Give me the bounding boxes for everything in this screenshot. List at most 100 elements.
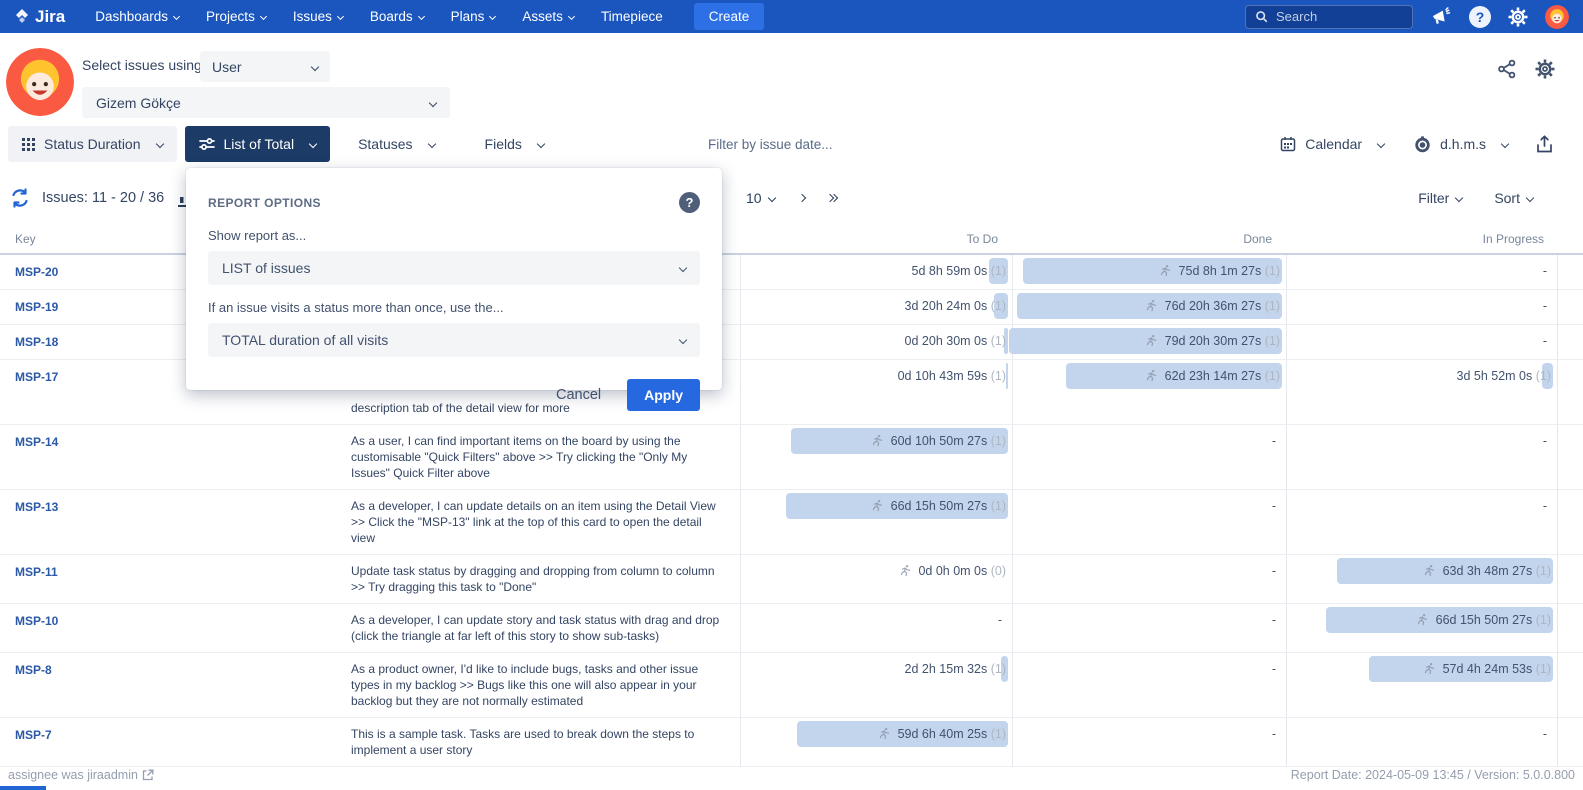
grid-icon (22, 138, 35, 151)
table-row: MSP-11 Update task status by dragging an… (0, 555, 1583, 604)
sort-label: Sort (1494, 190, 1520, 206)
duration-cell-done: - (1012, 555, 1286, 603)
page-size-select[interactable]: 10 (746, 190, 775, 206)
report-settings-gear-icon[interactable] (1535, 59, 1555, 79)
duration-cell-done: - (1012, 425, 1286, 489)
report-date-version: Report Date: 2024-05-09 13:45 / Version:… (1291, 768, 1575, 782)
footer-change-text: assignee was jiraadmin (8, 768, 138, 782)
issue-key-link[interactable]: MSP-7 (15, 728, 52, 742)
fields-label: Fields (485, 136, 522, 152)
selected-user-avatar (6, 48, 74, 116)
search-box[interactable] (1245, 5, 1413, 29)
list-mode-button[interactable]: List of Total (185, 126, 331, 162)
external-link-icon (142, 769, 154, 781)
megaphone-icon[interactable] (1430, 7, 1452, 27)
nav-item-timepiece[interactable]: Timepiece (601, 9, 663, 24)
duration-cell-done: - (1012, 490, 1286, 554)
empty-duration: - (1543, 727, 1551, 741)
statuses-button[interactable]: Statuses (346, 126, 446, 162)
nav-item-issues[interactable]: Issues (293, 9, 343, 24)
popup-help-icon[interactable]: ? (679, 192, 700, 213)
col-header-todo[interactable]: To Do (740, 232, 1012, 253)
runner-icon (871, 499, 884, 512)
visits-label: If an issue visits a status more than on… (208, 300, 700, 315)
visits-select[interactable]: TOTAL duration of all visits (208, 323, 700, 357)
col-header-inprogress[interactable]: In Progress (1286, 232, 1558, 253)
filter-button[interactable]: Filter (1418, 190, 1462, 206)
show-report-select[interactable]: LIST of issues (208, 251, 700, 285)
footer-change-link[interactable]: assignee was jiraadmin (8, 768, 154, 782)
runner-icon (1159, 264, 1172, 277)
issue-key-link[interactable]: MSP-17 (15, 370, 58, 384)
create-button[interactable]: Create (694, 3, 765, 30)
avatar-face-icon (6, 48, 74, 116)
jira-logo[interactable]: Jira (14, 7, 65, 27)
duration-value: 5d 8h 59m 0s (1) (912, 264, 1007, 278)
calendar-button[interactable]: Calendar (1278, 126, 1386, 162)
export-icon[interactable] (1536, 135, 1553, 154)
issue-key-link[interactable]: MSP-14 (15, 435, 58, 449)
apply-button[interactable]: Apply (627, 379, 700, 411)
cancel-button[interactable]: Cancel (556, 387, 601, 403)
user-select[interactable]: Gizem Gökçe (82, 87, 450, 118)
duration-cell-inprogress: 66d 15h 50m 27s (1) (1286, 604, 1558, 652)
fields-button[interactable]: Fields (473, 126, 556, 162)
statuses-label: Statuses (358, 136, 412, 152)
issue-key-link[interactable]: MSP-19 (15, 300, 58, 314)
issue-key-link[interactable]: MSP-10 (15, 614, 58, 628)
nav-item-plans[interactable]: Plans (451, 9, 496, 24)
duration-value: 66d 15h 50m 27s (1) (1416, 613, 1551, 627)
runner-icon (1145, 334, 1158, 347)
issue-summary: As a user, I can find important items on… (345, 425, 740, 489)
visits-value: TOTAL duration of all visits (222, 332, 388, 348)
user-avatar[interactable] (1545, 5, 1569, 29)
issue-key-link[interactable]: MSP-11 (15, 565, 58, 579)
search-input[interactable] (1276, 9, 1396, 24)
jira-logo-icon (14, 9, 30, 25)
issue-summary: Update task status by dragging and dropp… (345, 555, 740, 603)
nav-items: Dashboards Projects Issues Boards Plans Asset… (95, 8, 689, 26)
col-header-done[interactable]: Done (1012, 232, 1286, 253)
issue-key-link[interactable]: MSP-18 (15, 335, 58, 349)
next-page-button[interactable] (799, 195, 805, 201)
table-row: MSP-7 This is a sample task. Tasks are u… (0, 718, 1583, 767)
duration-value: 3d 20h 24m 0s (1) (905, 299, 1006, 313)
issue-key-link[interactable]: MSP-8 (15, 663, 52, 677)
duration-cell-inprogress: 63d 3h 48m 27s (1) (1286, 555, 1558, 603)
table-row: MSP-14 As a user, I can find important i… (0, 425, 1583, 490)
duration-value: 0d 0h 0m 0s (0) (899, 564, 1006, 578)
duration-value: 0d 10h 43m 59s (1) (898, 369, 1006, 383)
issue-key-link[interactable]: MSP-20 (15, 265, 58, 279)
issue-key-link[interactable]: MSP-13 (15, 500, 58, 514)
duration-cell-todo: 66d 15h 50m 27s (1) (740, 490, 1012, 554)
table-row: MSP-10 As a developer, I can update stor… (0, 604, 1583, 653)
sort-button[interactable]: Sort (1494, 190, 1533, 206)
settings-gear-icon[interactable] (1508, 7, 1528, 27)
empty-duration: - (998, 613, 1006, 627)
date-filter-input[interactable]: Filter by issue date... (708, 137, 833, 152)
report-header: Select issues using User Gizem Gökçe (0, 33, 1583, 118)
nav-item-assets[interactable]: Assets (522, 9, 574, 24)
help-icon[interactable]: ? (1469, 6, 1491, 28)
nav-item-boards[interactable]: Boards (370, 9, 424, 24)
issue-summary: This is a sample task. Tasks are used to… (345, 718, 740, 766)
nav-item-projects[interactable]: Projects (206, 9, 266, 24)
popup-title: REPORT OPTIONS (208, 196, 321, 210)
refresh-icon[interactable] (10, 188, 30, 208)
duration-value: 0d 20h 30m 0s (1) (905, 334, 1006, 348)
empty-duration: - (1543, 434, 1551, 448)
table-row: MSP-8 As a product owner, I'd like to in… (0, 653, 1583, 718)
pagination: 10 (716, 190, 837, 206)
runner-icon (1145, 369, 1158, 382)
report-type-button[interactable]: Status Duration (8, 126, 177, 162)
horizontal-scrollbar[interactable] (0, 786, 46, 790)
show-report-label: Show report as... (208, 228, 700, 243)
issue-source-select[interactable]: User (200, 51, 330, 82)
time-format-button[interactable]: d.h.m.s (1412, 126, 1510, 162)
user-select-value: Gizem Gökçe (96, 95, 181, 111)
nav-item-dashboards[interactable]: Dashboards (95, 9, 179, 24)
last-page-button[interactable] (829, 195, 837, 201)
share-icon[interactable] (1497, 59, 1517, 79)
empty-duration: - (1272, 564, 1280, 578)
duration-cell-inprogress: 57d 4h 24m 53s (1) (1286, 653, 1558, 717)
